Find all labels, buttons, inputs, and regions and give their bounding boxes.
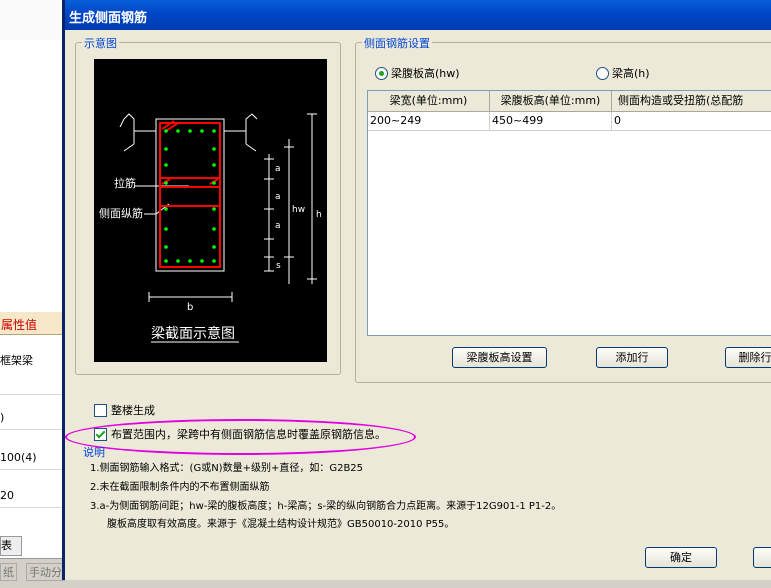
- bottom-item[interactable]: 手动分: [26, 563, 65, 581]
- web-height-settings-button[interactable]: 梁腹板高设置: [452, 347, 547, 368]
- property-row[interactable]: [0, 372, 62, 395]
- diagram-caption: 梁截面示意图: [151, 325, 235, 342]
- generate-side-rebar-dialog: 生成侧面钢筋 示意图 拉筋 侧面纵筋 a a a hw h s b 梁截面示意图…: [62, 0, 771, 580]
- column-header-beam-width[interactable]: 梁宽(单位:mm): [368, 91, 490, 111]
- column-header-side-rebar[interactable]: 侧面构造或受扭筋(总配筋: [612, 91, 771, 111]
- annotation-highlight-oval: [65, 419, 416, 455]
- label-b: b: [187, 302, 193, 313]
- background-toolbar: [0, 0, 62, 41]
- dialog-title: 生成侧面钢筋: [69, 11, 148, 26]
- background-panel: [0, 40, 63, 310]
- property-header: 属性值: [0, 312, 62, 335]
- radio-web-height-label: 梁腹板高(hw): [391, 67, 460, 80]
- checkbox-whole-floor[interactable]: 整楼生成: [94, 402, 155, 418]
- note-line: 3.a-为侧面钢筋间距；hw-梁的腹板高度；h-梁高；s-梁的纵向钢筋合力点距离…: [90, 501, 562, 512]
- note-line: 2.未在截面限制条件内的不布置侧面纵筋: [90, 482, 270, 493]
- checkbox-unchecked-icon[interactable]: [94, 403, 107, 417]
- diagram-group-title: 示意图: [82, 35, 119, 51]
- ok-button[interactable]: 确定: [645, 547, 717, 568]
- property-row[interactable]: 框架梁: [0, 350, 62, 373]
- beam-section-svg: 拉筋 侧面纵筋 a a a hw h s b 梁截面示意图: [99, 113, 322, 343]
- note-line: 腹板高度取有效高度。来源于《混凝土结构设计规范》GB50010-2010 P55…: [107, 519, 455, 530]
- dialog-titlebar[interactable]: 生成侧面钢筋: [65, 0, 771, 30]
- property-row[interactable]: 20: [0, 485, 62, 508]
- property-value-header: 属性值: [1, 318, 38, 332]
- right-slab-line: [223, 113, 258, 132]
- note-line: 1.侧面钢筋输入格式：(G或N)数量+级别+直径，如：G2B25: [90, 463, 364, 474]
- label-a: a: [275, 221, 281, 231]
- table-cell[interactable]: 0: [612, 112, 771, 131]
- beam-section-diagram: 拉筋 侧面纵筋 a a a hw h s b 梁截面示意图: [94, 59, 327, 362]
- property-row[interactable]: 100(4): [0, 447, 62, 470]
- radio-beam-height-label: 梁高(h): [612, 67, 650, 80]
- column-header-web-height[interactable]: 梁腹板高(单位:mm): [490, 91, 612, 111]
- stirrup: [159, 122, 221, 268]
- label-a: a: [275, 192, 281, 202]
- table-cell[interactable]: 450~499: [490, 112, 612, 131]
- label-s: s: [276, 261, 281, 271]
- table-cell[interactable]: 200~249: [368, 112, 490, 131]
- label-side-rebar: 侧面纵筋: [99, 206, 143, 220]
- label-tie: 拉筋: [114, 176, 136, 190]
- side-rebar-table: 梁宽(单位:mm) 梁腹板高(单位:mm) 侧面构造或受扭筋(总配筋 200~2…: [367, 90, 771, 336]
- checkbox-whole-floor-label: 整楼生成: [111, 404, 155, 417]
- label-h: h: [316, 210, 322, 220]
- property-row[interactable]: ): [0, 407, 62, 430]
- label-a: a: [275, 164, 281, 174]
- label-hw: hw: [292, 205, 305, 215]
- bottom-tab[interactable]: 表: [0, 536, 22, 556]
- left-slab-line: [123, 113, 157, 132]
- radio-selected-icon[interactable]: [375, 66, 388, 80]
- settings-group-title: 侧面钢筋设置: [362, 35, 432, 51]
- delete-row-button[interactable]: 删除行: [725, 347, 771, 368]
- notes-title: 说明: [83, 446, 105, 459]
- radio-web-height[interactable]: 梁腹板高(hw): [375, 65, 460, 81]
- add-row-button[interactable]: 添加行: [596, 347, 668, 368]
- table-header: 梁宽(单位:mm) 梁腹板高(单位:mm) 侧面构造或受扭筋(总配筋: [368, 91, 771, 112]
- bottom-item[interactable]: 纸: [0, 563, 17, 581]
- cancel-button[interactable]: [753, 547, 771, 568]
- radio-beam-height[interactable]: 梁高(h): [596, 65, 650, 81]
- radio-unselected-icon[interactable]: [596, 66, 609, 80]
